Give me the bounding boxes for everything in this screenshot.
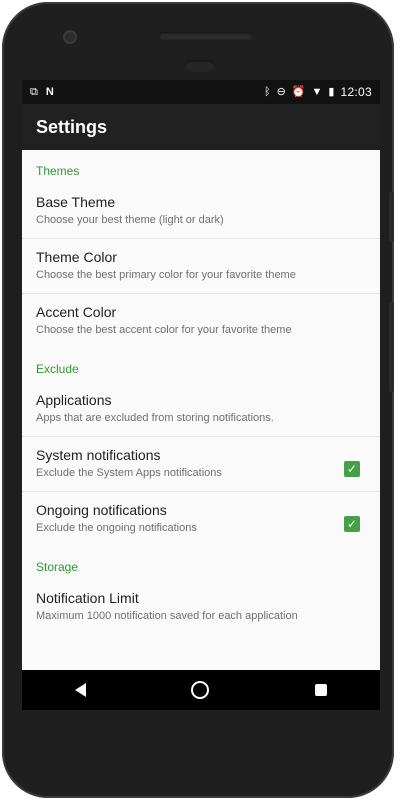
home-icon[interactable]	[191, 681, 210, 699]
pref-title: Theme Color	[36, 249, 117, 265]
pref-summary: Maximum 1000 notification saved for each…	[36, 610, 298, 622]
pref-system-notifications[interactable]: System notifications Exclude the System …	[22, 437, 380, 492]
volume-button	[389, 192, 394, 242]
screen: ⧉ N ᛒ ⊖ ⏰ ▼ ▮ 12:03 Settings Themes Base…	[22, 80, 380, 710]
settings-list[interactable]: Themes Base Theme Choose your best theme…	[22, 150, 380, 670]
status-time: 12:03	[340, 85, 372, 99]
front-camera	[63, 30, 77, 44]
pref-base-theme[interactable]: Base Theme Choose your best theme (light…	[22, 184, 380, 239]
pref-summary: Apps that are excluded from storing noti…	[36, 412, 274, 424]
pref-title: Base Theme	[36, 194, 116, 210]
system-notifications-checkbox[interactable]: ✓	[344, 461, 360, 477]
status-bar: ⧉ N ᛒ ⊖ ⏰ ▼ ▮ 12:03	[22, 80, 380, 104]
power-button	[389, 302, 394, 392]
notification-n-icon: N	[45, 86, 54, 98]
pref-applications[interactable]: Applications Apps that are excluded from…	[22, 382, 380, 437]
pref-title: Notification Limit	[36, 590, 139, 606]
navigation-bar	[22, 670, 380, 710]
do-not-disturb-icon: ⊖	[276, 86, 286, 98]
bluetooth-icon: ᛒ	[263, 86, 271, 98]
pref-title: Ongoing notifications	[36, 502, 167, 518]
back-icon[interactable]	[74, 683, 86, 697]
wifi-icon: ▼	[311, 86, 323, 98]
pref-accent-color[interactable]: Accent Color Choose the best accent colo…	[22, 294, 380, 348]
alarm-icon: ⏰	[291, 86, 306, 98]
earpiece-speaker	[159, 32, 253, 40]
pref-notification-limit[interactable]: Notification Limit Maximum 1000 notifica…	[22, 580, 380, 634]
recents-icon[interactable]	[315, 684, 328, 696]
page-title: Settings	[36, 116, 108, 137]
pref-ongoing-notifications[interactable]: Ongoing notifications Exclude the ongoin…	[22, 492, 380, 546]
pref-title: Accent Color	[36, 304, 117, 320]
pref-summary: Choose the best primary color for your f…	[36, 269, 296, 281]
section-header-exclude: Exclude	[36, 362, 79, 376]
app-bar: Settings	[22, 104, 380, 150]
pref-summary: Exclude the ongoing notifications	[36, 522, 197, 534]
pref-summary: Choose the best accent color for your fa…	[36, 324, 292, 336]
pref-title: System notifications	[36, 447, 161, 463]
pref-summary: Exclude the System Apps notifications	[36, 467, 222, 479]
battery-icon: ▮	[328, 86, 335, 98]
ongoing-notifications-checkbox[interactable]: ✓	[344, 516, 360, 532]
pref-theme-color[interactable]: Theme Color Choose the best primary colo…	[22, 239, 380, 294]
sensor-cutout	[185, 60, 215, 72]
pref-summary: Choose your best theme (light or dark)	[36, 214, 224, 226]
pref-title: Applications	[36, 392, 112, 408]
section-header-themes: Themes	[36, 164, 80, 178]
phone-frame: ⧉ N ᛒ ⊖ ⏰ ▼ ▮ 12:03 Settings Themes Base…	[2, 2, 394, 798]
cast-icon: ⧉	[30, 86, 38, 98]
section-header-storage: Storage	[36, 560, 79, 574]
